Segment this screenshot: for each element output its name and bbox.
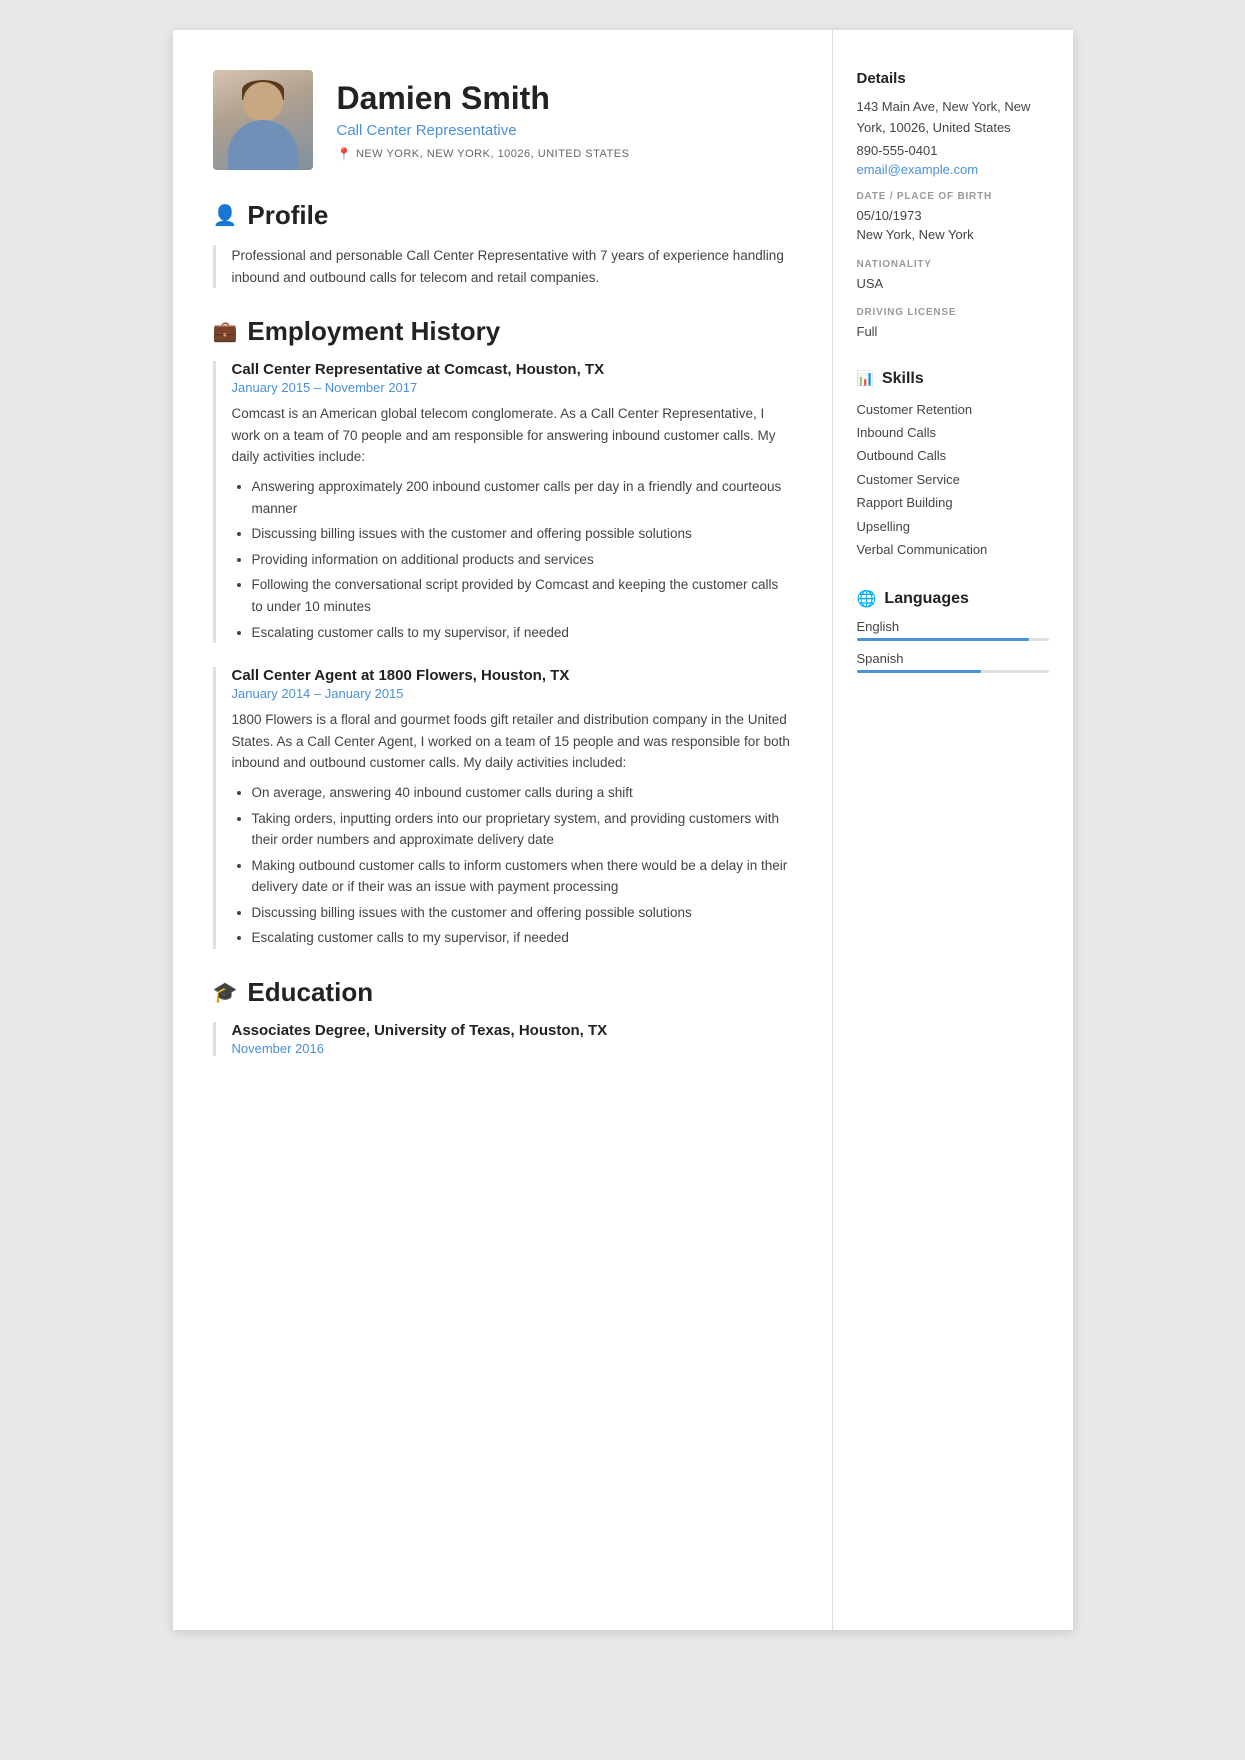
edu-title-1: Associates Degree, University of Texas, … (232, 1022, 792, 1039)
header-info: Damien Smith Call Center Representative … (337, 79, 630, 160)
job-entry-2: Call Center Agent at 1800 Flowers, Houst… (213, 667, 792, 949)
skill-item: Rapport Building (857, 491, 1049, 514)
list-item: Providing information on additional prod… (252, 549, 792, 571)
employment-section: 💼 Employment History Call Center Represe… (213, 316, 792, 949)
profile-section: 👤 Profile Professional and personable Ca… (213, 200, 792, 288)
details-phone: 890-555-0401 (857, 143, 1049, 158)
skills-section: 📊 Skills Customer Retention Inbound Call… (857, 370, 1049, 562)
job-bullets-1: Answering approximately 200 inbound cust… (232, 476, 792, 643)
education-section: 🎓 Education Associates Degree, Universit… (213, 977, 792, 1056)
location-pin-icon: 📍 (337, 147, 352, 161)
list-item: Following the conversational script prov… (252, 574, 792, 617)
list-item: On average, answering 40 inbound custome… (252, 782, 792, 804)
skill-item: Inbound Calls (857, 421, 1049, 444)
candidate-name: Damien Smith (337, 79, 630, 117)
skills-list: Customer Retention Inbound Calls Outboun… (857, 398, 1049, 562)
list-item: Escalating customer calls to my supervis… (252, 927, 792, 949)
language-bar-fill-english (857, 638, 1030, 641)
job-bullets-2: On average, answering 40 inbound custome… (232, 782, 792, 949)
profile-text: Professional and personable Call Center … (213, 245, 792, 288)
details-email: email@example.com (857, 162, 1049, 177)
graduation-icon: 🎓 (213, 980, 238, 1005)
language-name-english: English (857, 619, 1049, 634)
profile-section-title: 👤 Profile (213, 200, 792, 231)
list-item: Taking orders, inputting orders into our… (252, 808, 792, 851)
nationality-value: USA (857, 274, 1049, 294)
briefcase-icon: 💼 (213, 319, 238, 344)
languages-section: 🌐 Languages English Spanish (857, 589, 1049, 673)
skill-item: Customer Retention (857, 398, 1049, 421)
employment-section-title: 💼 Employment History (213, 316, 792, 347)
job-title-2: Call Center Agent at 1800 Flowers, Houst… (232, 667, 792, 684)
list-item: Making outbound customer calls to inform… (252, 855, 792, 898)
list-item: Discussing billing issues with the custo… (252, 523, 792, 545)
dob-value: 05/10/1973 New York, New York (857, 206, 1049, 245)
candidate-location: 📍 NEW YORK, NEW YORK, 10026, UNITED STAT… (337, 147, 630, 161)
candidate-title: Call Center Representative (337, 122, 630, 139)
language-bar-fill-spanish (857, 670, 982, 673)
details-title: Details (857, 70, 1049, 87)
details-address: 143 Main Ave, New York, New York, 10026,… (857, 97, 1049, 139)
language-name-spanish: Spanish (857, 651, 1049, 666)
edu-entry-1: Associates Degree, University of Texas, … (213, 1022, 792, 1056)
language-item-english: English (857, 619, 1049, 641)
skill-item: Upselling (857, 515, 1049, 538)
driving-label: DRIVING LICENSE (857, 307, 1049, 318)
skill-item: Verbal Communication (857, 538, 1049, 561)
globe-icon: 🌐 (857, 589, 877, 609)
job-dates-1: January 2015 – November 2017 (232, 380, 792, 395)
list-item: Escalating customer calls to my supervis… (252, 622, 792, 644)
education-section-title: 🎓 Education (213, 977, 792, 1008)
language-item-spanish: Spanish (857, 651, 1049, 673)
list-item: Discussing billing issues with the custo… (252, 902, 792, 924)
language-bar-bg-english (857, 638, 1049, 641)
list-item: Answering approximately 200 inbound cust… (252, 476, 792, 519)
skill-item: Customer Service (857, 468, 1049, 491)
job-desc-2: 1800 Flowers is a floral and gourmet foo… (232, 709, 792, 774)
skill-item: Outbound Calls (857, 444, 1049, 467)
skills-title: 📊 Skills (857, 370, 1049, 388)
resume-container: Damien Smith Call Center Representative … (173, 30, 1073, 1630)
job-entry-1: Call Center Representative at Comcast, H… (213, 361, 792, 643)
details-section: Details 143 Main Ave, New York, New York… (857, 70, 1049, 342)
profile-icon: 👤 (213, 203, 238, 228)
dob-label: DATE / PLACE OF BIRTH (857, 191, 1049, 202)
driving-value: Full (857, 322, 1049, 342)
main-content: Damien Smith Call Center Representative … (173, 30, 833, 1630)
job-title-1: Call Center Representative at Comcast, H… (232, 361, 792, 378)
edu-dates-1: November 2016 (232, 1041, 792, 1056)
job-dates-2: January 2014 – January 2015 (232, 686, 792, 701)
languages-title: 🌐 Languages (857, 589, 1049, 609)
nationality-label: NATIONALITY (857, 259, 1049, 270)
job-desc-1: Comcast is an American global telecom co… (232, 403, 792, 468)
resume-header: Damien Smith Call Center Representative … (213, 70, 792, 170)
skills-icon: 📊 (857, 370, 874, 387)
sidebar: Details 143 Main Ave, New York, New York… (833, 30, 1073, 1630)
language-bar-bg-spanish (857, 670, 1049, 673)
avatar (213, 70, 313, 170)
